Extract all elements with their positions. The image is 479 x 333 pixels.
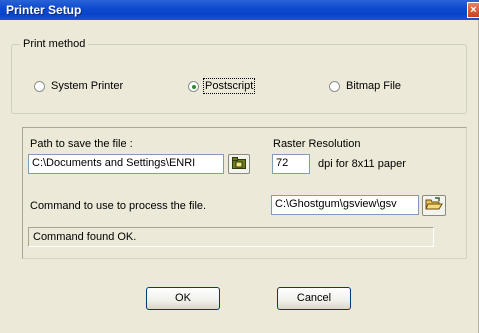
radio-dot-system-printer[interactable] bbox=[34, 80, 45, 92]
radio-label-system-printer: System Printer bbox=[51, 80, 124, 92]
radio-label-postscript: Postscript bbox=[202, 78, 256, 94]
title-bar[interactable]: Printer Setup × bbox=[0, 0, 479, 20]
raster-label: Raster Resolution bbox=[273, 138, 361, 150]
command-status: Command found OK. bbox=[28, 227, 434, 247]
path-label: Path to save the file : bbox=[30, 138, 133, 150]
command-label: Command to use to process the file. bbox=[30, 200, 207, 212]
radio-bitmap-file[interactable]: Bitmap File bbox=[329, 80, 401, 92]
raster-field[interactable]: 72 bbox=[272, 154, 310, 174]
radio-postscript[interactable]: Postscript bbox=[188, 78, 256, 94]
radio-dot-postscript[interactable] bbox=[188, 80, 199, 92]
print-method-group: Print method System Printer Postscript B… bbox=[11, 38, 467, 114]
path-browse-button[interactable] bbox=[228, 154, 250, 174]
raster-unit-label: dpi for 8x11 paper bbox=[318, 158, 406, 170]
window-title: Printer Setup bbox=[6, 3, 82, 17]
close-button[interactable]: × bbox=[467, 2, 479, 18]
radio-label-bitmap-file: Bitmap File bbox=[346, 80, 402, 92]
folder-icon bbox=[232, 156, 246, 172]
path-field[interactable]: C:\Documents and Settings\ENRI bbox=[28, 154, 224, 174]
ok-button[interactable]: OK bbox=[146, 287, 220, 310]
command-field[interactable]: C:\Ghostgum\gsview\gsv bbox=[271, 195, 419, 215]
print-method-legend: Print method bbox=[20, 38, 89, 50]
close-icon: × bbox=[470, 4, 477, 16]
printer-setup-dialog: Printer Setup × Print method System Prin… bbox=[0, 0, 479, 333]
radio-system-printer[interactable]: System Printer bbox=[34, 80, 123, 92]
radio-dot-bitmap-file[interactable] bbox=[329, 80, 340, 92]
open-folder-icon bbox=[425, 197, 443, 214]
cancel-button[interactable]: Cancel bbox=[277, 287, 351, 310]
command-browse-button[interactable] bbox=[422, 195, 446, 216]
